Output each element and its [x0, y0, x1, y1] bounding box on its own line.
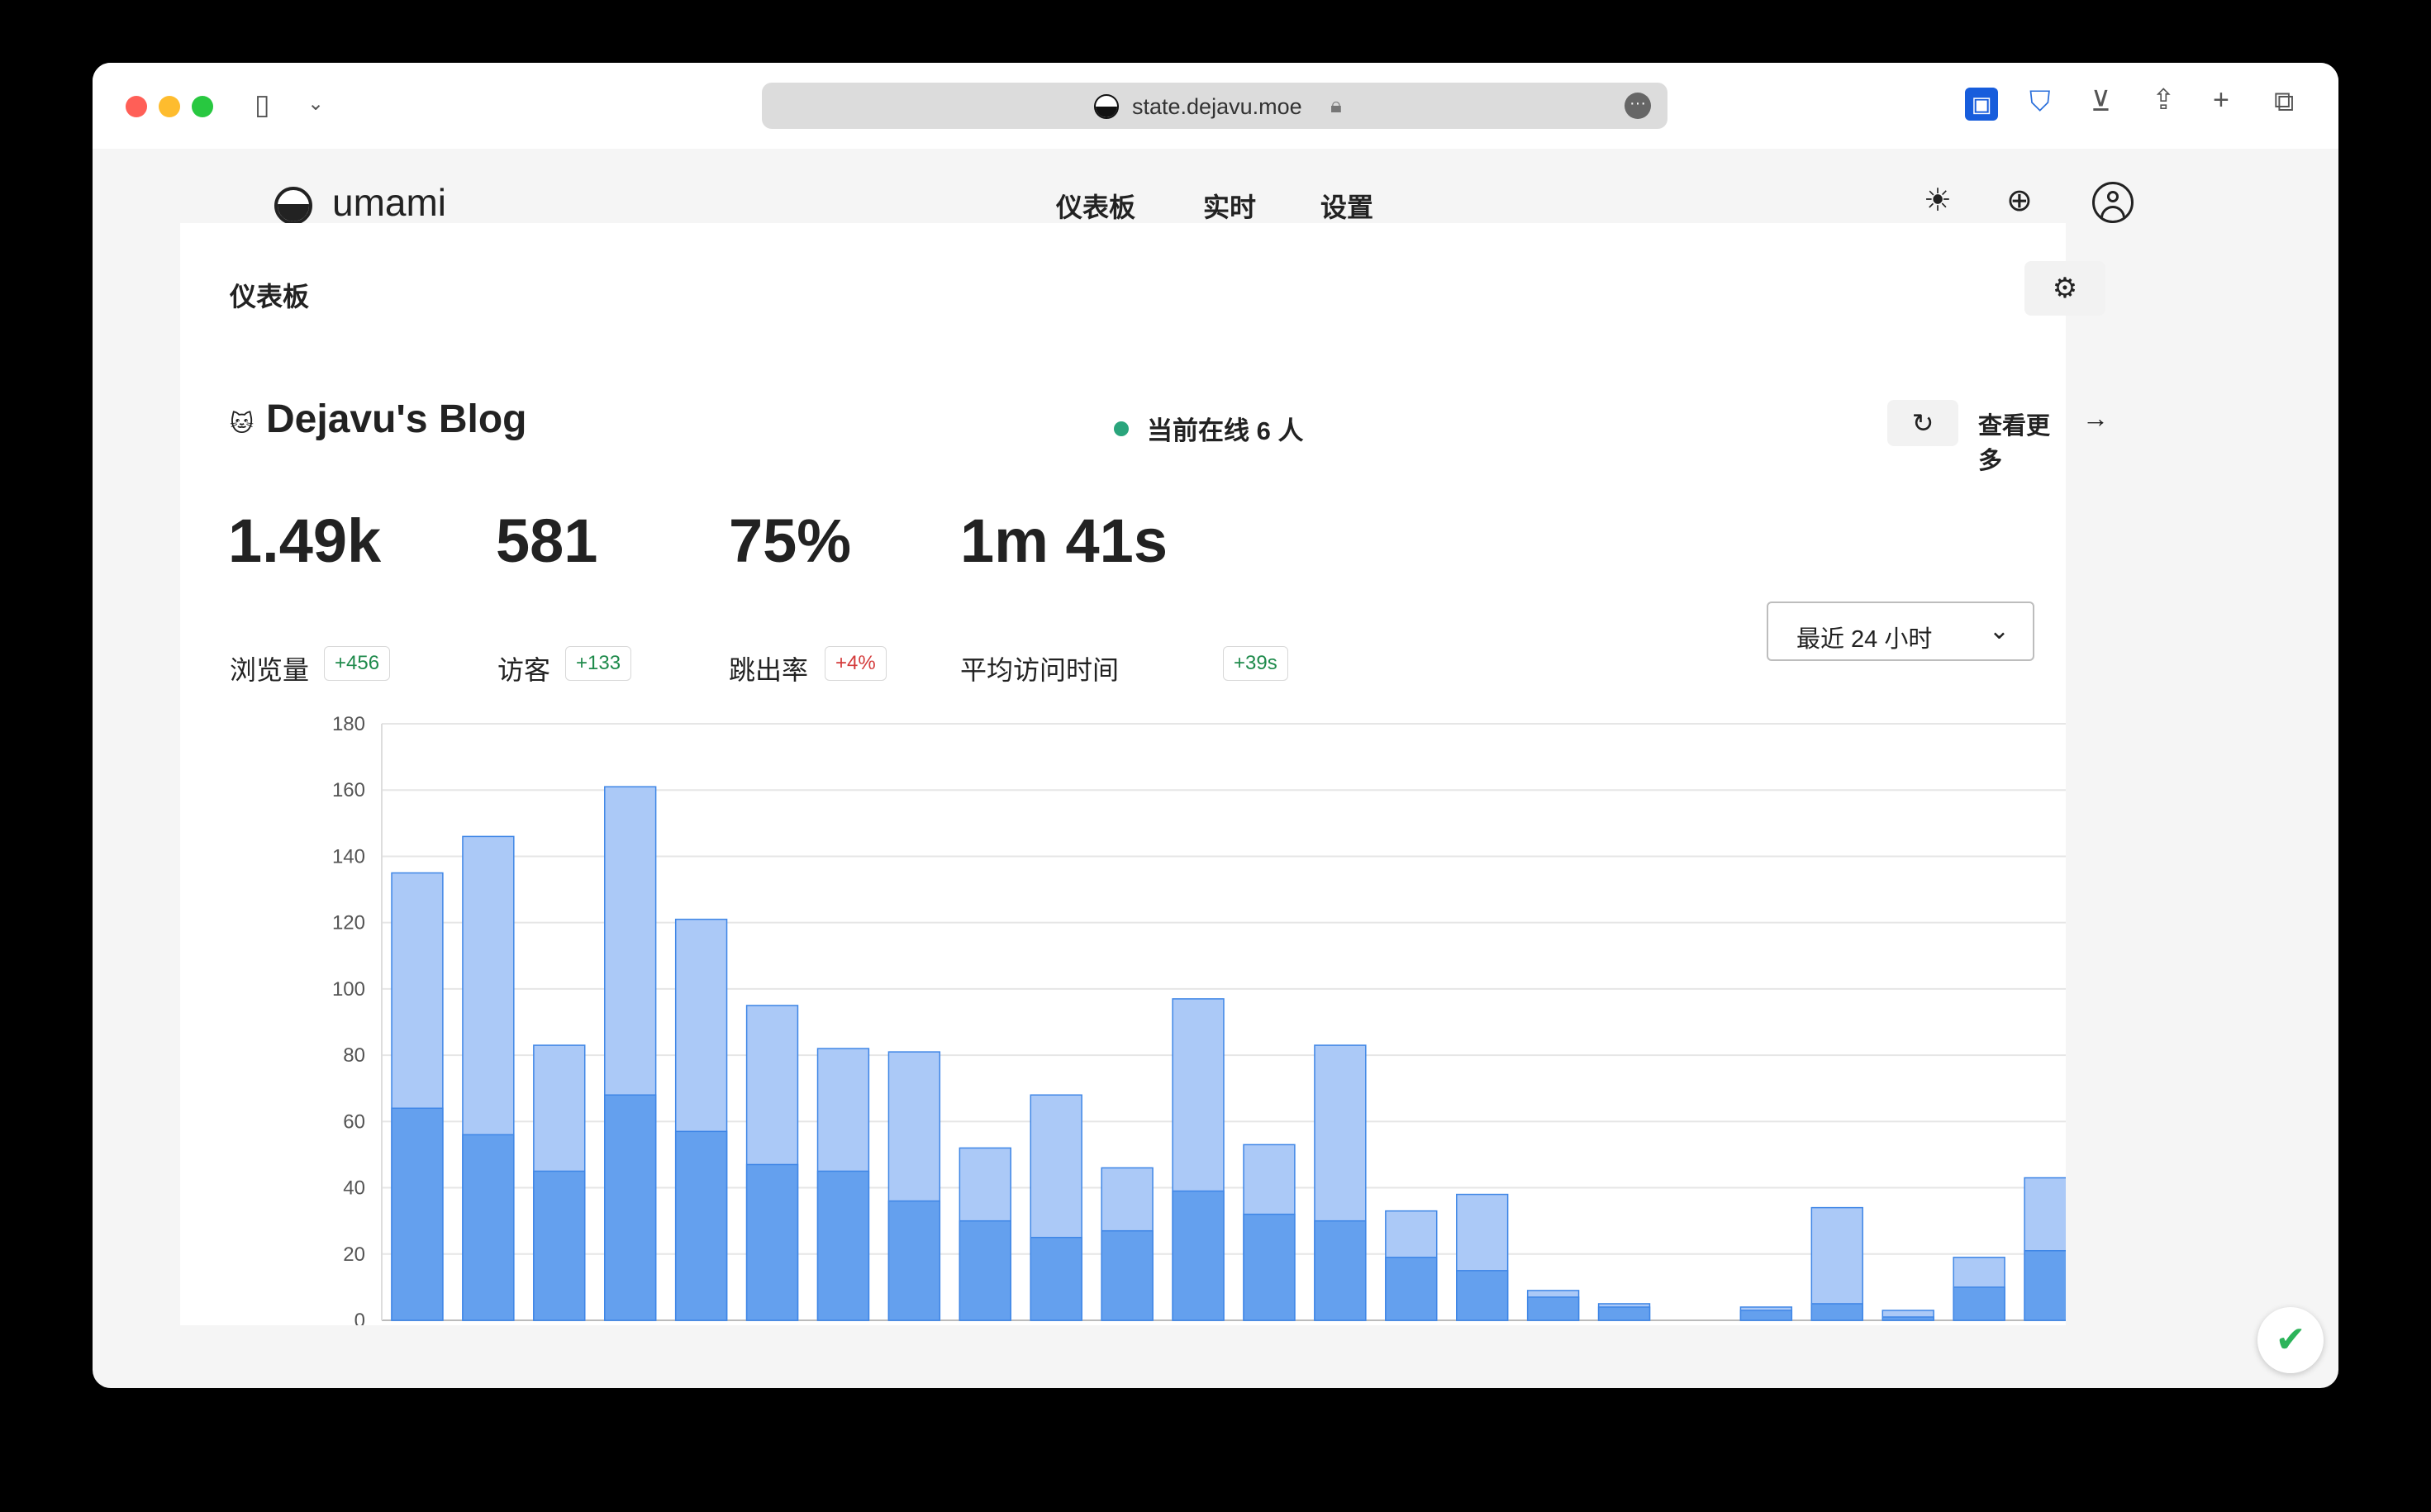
close-window-button[interactable]: [126, 96, 147, 117]
download-icon[interactable]: ⊻: [2091, 88, 2111, 116]
browser-toolbar: ▯ ⌄ state.dejavu.moe 🔒︎ ··· ▣ ⛉ ⊻ ⇪ + ⧉: [93, 63, 2338, 149]
visitors-bar: [1101, 1229, 1154, 1321]
dashboard-panel: 仪表板 ⚙ 🐱 Dejavu's Blog 当前在线 6 人 ↻ 查看更多 → …: [180, 223, 2109, 1325]
language-globe-icon[interactable]: ⊕: [2006, 185, 2033, 216]
visitors-bar: [604, 1094, 657, 1321]
bitwarden-icon[interactable]: ▣: [1965, 88, 1998, 121]
y-tick-label: 0: [354, 1310, 365, 1325]
visitors-bar: [1243, 1213, 1296, 1321]
visitors-bar: [1882, 1316, 1934, 1321]
nav-settings[interactable]: 设置: [1320, 187, 1373, 225]
zoom-window-button[interactable]: [192, 96, 213, 117]
y-tick-label: 180: [332, 713, 365, 735]
arrow-right-icon[interactable]: →: [2082, 403, 2109, 434]
visitors-bar: [533, 1170, 586, 1321]
address-bar[interactable]: state.dejavu.moe 🔒︎ ···: [762, 83, 1667, 129]
visitors-bar: [674, 1130, 728, 1321]
visitors-bar: [462, 1134, 515, 1321]
site-favicon-icon: [1094, 94, 1119, 119]
visitors-bar: [1172, 1190, 1225, 1321]
lock-icon: 🔒︎: [1330, 93, 1342, 117]
visitors-bar: [1456, 1270, 1509, 1321]
pageviews-bar-chart: 020406080100120140160180上午 10:00下午 12:00…: [332, 713, 2066, 1325]
sidebar-icon[interactable]: ▯: [255, 91, 270, 119]
visitors-bar: [1314, 1220, 1367, 1321]
y-tick-label: 60: [343, 1110, 365, 1133]
y-tick-label: 160: [332, 779, 365, 801]
tabs-icon[interactable]: ⧉: [2274, 88, 2294, 116]
y-tick-label: 20: [343, 1243, 365, 1266]
app-logo-text[interactable]: umami: [332, 180, 446, 225]
nav-realtime[interactable]: 实时: [1203, 187, 1256, 225]
visitors-bar: [1810, 1303, 1863, 1321]
visitors-bar: [1385, 1257, 1438, 1321]
nav-dashboard[interactable]: 仪表板: [1056, 187, 1135, 225]
share-icon[interactable]: ⇪: [2152, 86, 2176, 114]
y-tick-label: 40: [343, 1177, 365, 1200]
visitors-bar: [1597, 1306, 1651, 1321]
visitors-bar: [1739, 1310, 1793, 1321]
visitors-bar: [1030, 1236, 1082, 1321]
theme-sun-icon[interactable]: ☀: [1924, 185, 1952, 216]
visitors-bar: [1953, 1286, 2005, 1321]
y-tick-label: 140: [332, 845, 365, 868]
chevron-down-icon[interactable]: ⌄: [307, 94, 324, 114]
umami-logo-icon[interactable]: [274, 187, 312, 225]
visitors-bar: [887, 1200, 941, 1321]
visitors-bar: [1526, 1296, 1580, 1321]
visitors-bar: [2024, 1250, 2066, 1321]
visitors-bar: [745, 1163, 799, 1321]
plus-icon[interactable]: +: [2213, 86, 2229, 114]
profile-avatar-icon[interactable]: [2092, 182, 2134, 223]
address-url: state.dejavu.moe: [1132, 94, 1302, 119]
visitors-bar: [391, 1107, 444, 1321]
y-tick-label: 120: [332, 912, 365, 934]
minimize-window-button[interactable]: [159, 96, 180, 117]
y-tick-label: 80: [343, 1044, 365, 1067]
visitors-bar: [959, 1220, 1011, 1321]
more-icon[interactable]: ···: [1625, 93, 1651, 119]
visitors-bar: [816, 1170, 870, 1321]
y-tick-label: 100: [332, 978, 365, 1001]
security-shield-icon[interactable]: ✔: [2257, 1307, 2324, 1373]
shield-icon[interactable]: ⛉: [2029, 88, 2051, 116]
